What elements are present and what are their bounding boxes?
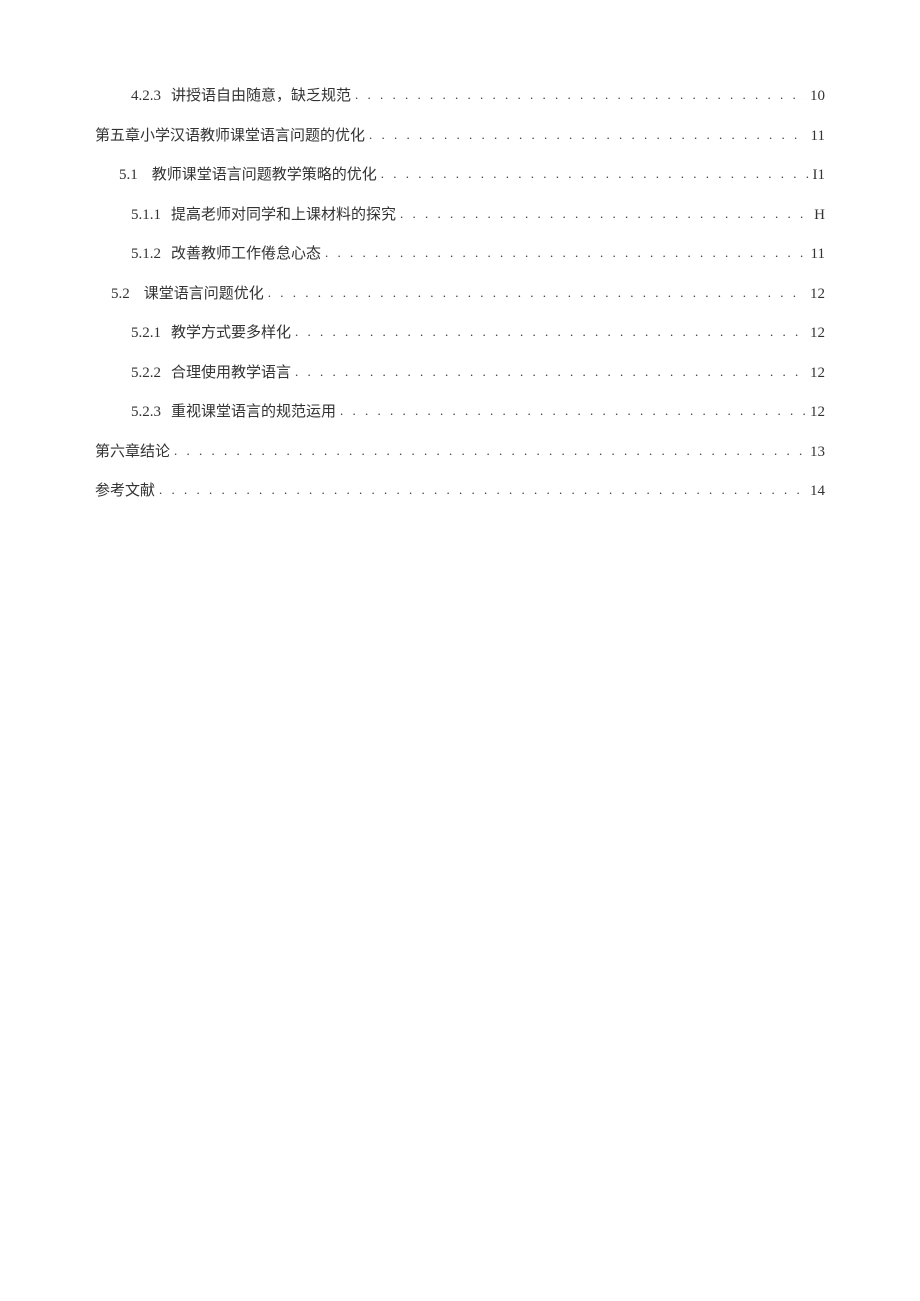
toc-label: 5.1.1 提高老师对同学和上课材料的探究 xyxy=(131,204,396,227)
toc-entry: 5.2.1 教学方式要多样化. . . . . . . . . . . . . .… xyxy=(95,322,825,345)
toc-leader-dots: . . . . . . . . . . . . . . . . . . . . … xyxy=(381,164,809,184)
toc-page-number: 14 xyxy=(810,480,825,503)
toc-title: 第六章结论 xyxy=(95,444,170,460)
toc-number: 5.2.1 xyxy=(131,325,161,341)
toc-label: 第六章结论 xyxy=(95,441,170,464)
toc-entry: 参考文献. . . . . . . . . . . . . . . . . . … xyxy=(95,480,825,503)
toc-title: 教师课堂语言问题教学策略的优化 xyxy=(152,167,377,183)
toc-title: 教学方式要多样化 xyxy=(171,325,291,341)
toc-leader-dots: . . . . . . . . . . . . . . . . . . . . … xyxy=(355,85,806,105)
toc-label: 5.2 课堂语言问题优化 xyxy=(111,283,264,306)
toc-label: 5.2.2 合理使用教学语言 xyxy=(131,362,291,385)
toc-page-number: I1 xyxy=(813,164,826,187)
toc-number: 5.1 xyxy=(119,167,138,183)
toc-number: 5.2.2 xyxy=(131,365,161,381)
toc-entry: 5.2.2 合理使用教学语言. . . . . . . . . . . . . .… xyxy=(95,362,825,385)
toc-entry: 5.1.2 改善教师工作倦怠心态. . . . . . . . . . . . .… xyxy=(95,243,825,266)
toc-title: 合理使用教学语言 xyxy=(171,365,291,381)
toc-leader-dots: . . . . . . . . . . . . . . . . . . . . … xyxy=(295,362,806,382)
toc-page-number: 13 xyxy=(810,441,825,464)
toc-title: 提高老师对同学和上课材料的探究 xyxy=(171,207,396,223)
toc-entry: 5.2 课堂语言问题优化. . . . . . . . . . . . . . .… xyxy=(95,283,825,306)
toc-title: 讲授语自由随意，缺乏规范 xyxy=(171,88,351,104)
toc-entry: 5.1.1 提高老师对同学和上课材料的探究. . . . . . . . . . … xyxy=(95,204,825,227)
toc-leader-dots: . . . . . . . . . . . . . . . . . . . . … xyxy=(340,401,806,421)
toc-page-number: 11 xyxy=(811,243,825,266)
toc-page-number: 10 xyxy=(810,85,825,108)
toc-page-number: 12 xyxy=(810,362,825,385)
toc-page-number: H xyxy=(814,204,825,227)
toc-label: 参考文献 xyxy=(95,480,155,503)
toc-leader-dots: . . . . . . . . . . . . . . . . . . . . … xyxy=(295,322,806,342)
toc-title: 改善教师工作倦怠心态 xyxy=(171,246,321,262)
toc-title: 第五章小学汉语教师课堂语言问题的优化 xyxy=(95,128,365,144)
toc-label: 5.1.2 改善教师工作倦怠心态 xyxy=(131,243,321,266)
toc-number: 4.2.3 xyxy=(131,88,161,104)
toc-title: 重视课堂语言的规范运用 xyxy=(171,404,336,420)
toc-page-number: 12 xyxy=(810,322,825,345)
toc-entry: 5.1 教师课堂语言问题教学策略的优化. . . . . . . . . . . … xyxy=(95,164,825,187)
toc-label: 5.2.3 重视课堂语言的规范运用 xyxy=(131,401,336,424)
toc-leader-dots: . . . . . . . . . . . . . . . . . . . . … xyxy=(325,243,807,263)
toc-number: 5.2.3 xyxy=(131,404,161,420)
toc-leader-dots: . . . . . . . . . . . . . . . . . . . . … xyxy=(400,204,810,224)
toc-title: 课堂语言问题优化 xyxy=(144,286,264,302)
toc-label: 5.2.1 教学方式要多样化 xyxy=(131,322,291,345)
toc-label: 4.2.3 讲授语自由随意，缺乏规范 xyxy=(131,85,351,108)
toc-label: 第五章小学汉语教师课堂语言问题的优化 xyxy=(95,125,365,148)
toc-entry: 第五章小学汉语教师课堂语言问题的优化. . . . . . . . . . . … xyxy=(95,125,825,148)
toc-entry: 5.2.3 重视课堂语言的规范运用. . . . . . . . . . . . … xyxy=(95,401,825,424)
toc-leader-dots: . . . . . . . . . . . . . . . . . . . . … xyxy=(268,283,806,303)
toc-title: 参考文献 xyxy=(95,483,155,499)
toc-entry: 第六章结论. . . . . . . . . . . . . . . . . .… xyxy=(95,441,825,464)
toc-number: 5.1.2 xyxy=(131,246,161,262)
toc-page-number: 11 xyxy=(811,125,825,148)
table-of-contents: 4.2.3讲授语自由随意，缺乏规范. . . . . . . . . . . .… xyxy=(95,85,825,503)
toc-leader-dots: . . . . . . . . . . . . . . . . . . . . … xyxy=(174,441,806,461)
toc-number: 5.1.1 xyxy=(131,207,161,223)
toc-leader-dots: . . . . . . . . . . . . . . . . . . . . … xyxy=(369,125,807,145)
toc-entry: 4.2.3 讲授语自由随意，缺乏规范. . . . . . . . . . . .… xyxy=(95,85,825,108)
toc-label: 5.1 教师课堂语言问题教学策略的优化 xyxy=(119,164,377,187)
toc-leader-dots: . . . . . . . . . . . . . . . . . . . . … xyxy=(159,480,806,500)
toc-page-number: 12 xyxy=(810,401,825,424)
toc-page-number: 12 xyxy=(810,283,825,306)
toc-number: 5.2 xyxy=(111,286,130,302)
